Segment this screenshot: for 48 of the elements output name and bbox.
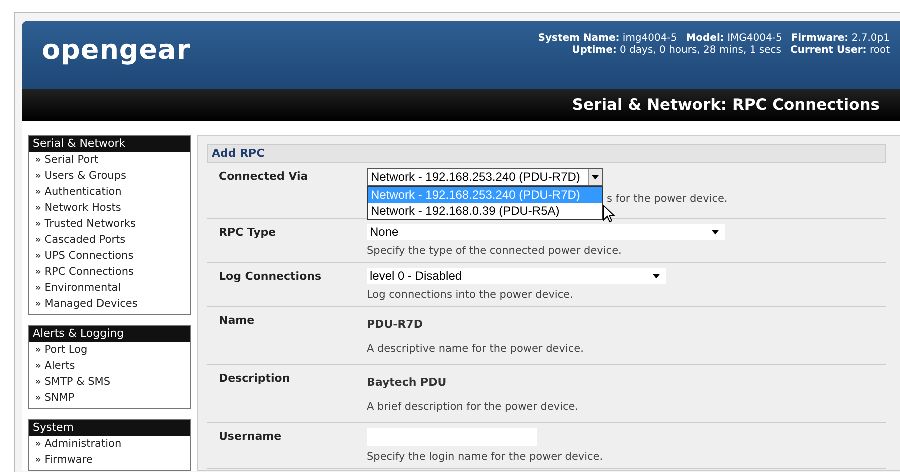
menu-link[interactable]: » Port Log [29,342,190,358]
dropdown-option[interactable]: Network - 192.168.0.39 (PDU-R5A) [368,203,602,219]
menu-link[interactable]: » Environmental [29,280,190,296]
section-heading: Add RPC [207,144,886,163]
hint-text: Log connections into the power device. [367,288,574,302]
page-title: Serial & Network: RPC Connections [572,96,880,114]
caret-icon [712,230,719,234]
hint-text: A descriptive name for the power device. [367,342,585,356]
menu-link[interactable]: » Serial Port [29,152,190,168]
menu-heading: Alerts & Logging [29,326,190,342]
hint-text: s for the power device. [607,192,728,206]
menu-link[interactable]: » SMTP & SMS [29,374,190,390]
caret-icon [653,274,660,278]
menu-link[interactable]: » Managed Devices [29,296,190,312]
system-info-text: Firmware: 2.7.0p1 [791,33,890,44]
system-info-text: Current User: root [790,45,890,56]
hint-text: A brief description for the power device. [367,400,580,414]
field-label: Name [218,313,256,329]
field-label: Description [218,371,292,387]
field-label: RPC Type [218,225,278,241]
system-info-text: Uptime: 0 days, 0 hours, 28 mins, 1 secs [572,45,782,56]
logo-text: opengear [42,35,191,66]
caret-icon [592,174,599,180]
menu-heading: System [29,420,190,436]
menu-link[interactable]: » Alerts [29,358,190,374]
field-value: PDU-R7D [367,317,424,333]
menu-link[interactable]: » UPS Connections [29,248,190,264]
menu-link[interactable]: » RPC Connections [29,264,190,280]
field-value: Baytech PDU [367,375,448,391]
dropdown-field[interactable]: Network - 192.168.253.240 (PDU-R7D) [367,168,603,186]
menu-link[interactable]: » Cascaded Ports [29,232,190,248]
hint-text: Specify the type of the connected power device. [367,244,623,258]
menu-heading: Serial & Network [29,136,190,152]
field-label: Connected Via [218,169,310,185]
dropdown-field[interactable]: level 0 - Disabled [367,268,666,284]
field-label: Username [218,429,283,445]
system-info-text: Model: IMG4004-5 [686,33,782,44]
dropdown-field[interactable]: None [367,224,725,240]
menu-link[interactable]: » Network Hosts [29,200,190,216]
menu-link[interactable]: » Trusted Networks [29,216,190,232]
menu-link[interactable]: » Users & Groups [29,168,190,184]
field-label: Log Connections [218,269,323,285]
menu-link[interactable]: » Firmware [29,452,190,468]
menu-link[interactable]: » Authentication [29,184,190,200]
system-info-text: System Name: img4004-5 [538,33,678,44]
hint-text: Specify the login name for the power device. [367,450,604,464]
menu-link[interactable]: » Administration [29,436,190,452]
menu-link[interactable]: » SNMP [29,390,190,406]
